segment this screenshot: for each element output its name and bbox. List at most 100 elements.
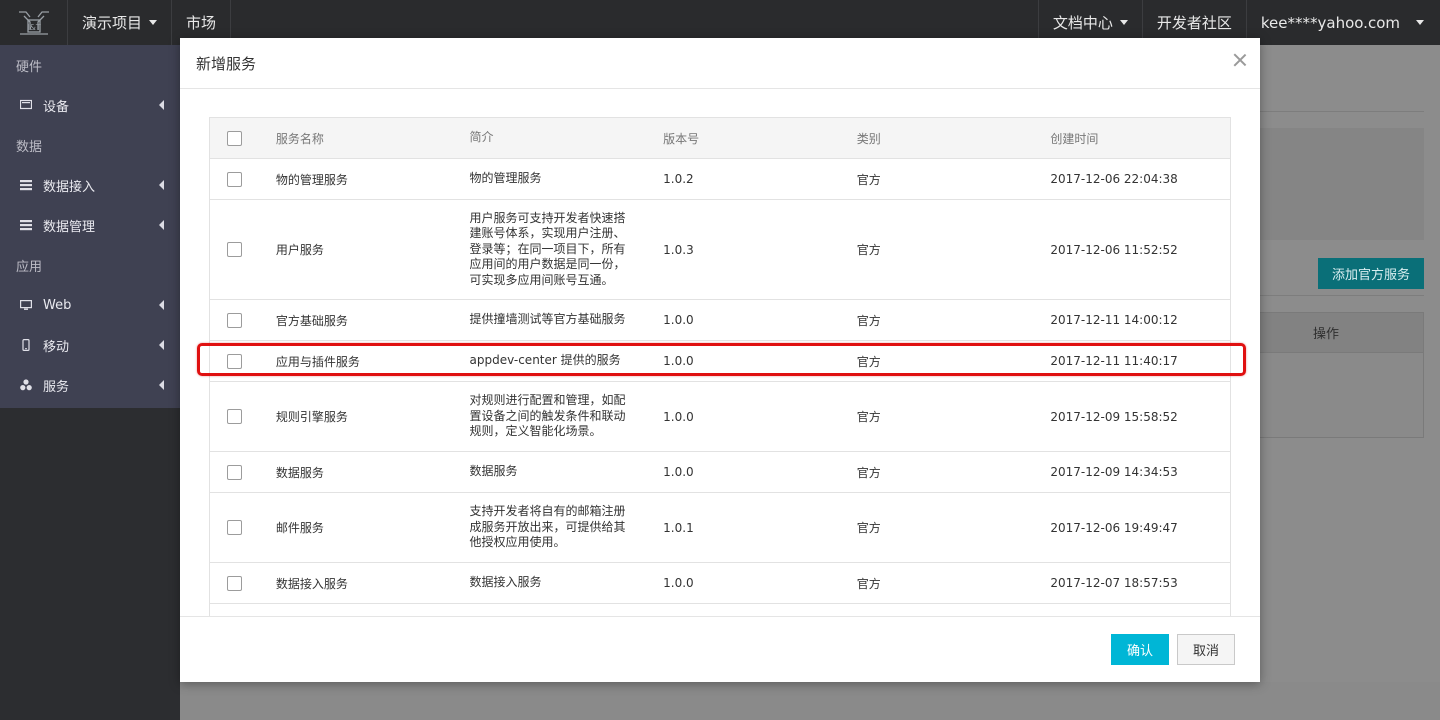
column-header-category: 类别 xyxy=(856,131,881,146)
sidebar-item-label: 数据接入 xyxy=(43,179,96,195)
modal-body: 服务名称 简介 版本号 类别 创建时间 物的管理服务 物的管理服务 1.0.2 … xyxy=(180,90,1260,616)
column-header-name: 服务名称 xyxy=(275,131,324,146)
service-category: 官方 xyxy=(856,243,881,257)
service-version: 1.0.3 xyxy=(663,242,694,257)
row-checkbox[interactable] xyxy=(227,353,242,369)
market-label: 市场 xyxy=(186,14,217,32)
service-desc: 提供撞墙测试等官方基础服务 xyxy=(469,312,626,327)
chevron-left-icon xyxy=(159,300,164,310)
chevron-left-icon xyxy=(159,340,164,350)
table-row[interactable]: 规则引擎服务 对规则进行配置和管理，如配置设备之间的触发条件和联动规则，定义智能… xyxy=(210,382,1230,452)
row-checkbox[interactable] xyxy=(227,575,242,591)
add-service-modal: 新增服务 服务名称 简介 版本号 类别 创建时间 物的管理服务 物的管理服务 1… xyxy=(180,38,1260,682)
chevron-down-icon xyxy=(1119,20,1128,25)
user-dropdown[interactable]: kee****yahoo.com xyxy=(1247,0,1440,45)
desktop-icon xyxy=(20,299,32,311)
service-name: 官方基础服务 xyxy=(275,313,348,328)
row-checkbox[interactable] xyxy=(227,409,242,424)
sidebar-group-apps: 应用 xyxy=(16,259,43,275)
service-category: 官方 xyxy=(856,576,881,591)
column-header-created: 创建时间 xyxy=(1050,131,1099,146)
cancel-button[interactable]: 取消 xyxy=(1177,634,1235,665)
docs-label: 文档中心 xyxy=(1052,14,1113,32)
service-name: 数据接入服务 xyxy=(275,576,348,591)
service-table: 服务名称 简介 版本号 类别 创建时间 物的管理服务 物的管理服务 1.0.2 … xyxy=(209,117,1231,616)
chevron-left-icon xyxy=(159,180,164,190)
service-created: 2017-12-06 19:49:47 xyxy=(1050,520,1178,535)
modal-title: 新增服务 xyxy=(196,54,257,73)
service-name: 用户服务 xyxy=(275,243,324,257)
mobile-icon xyxy=(20,339,32,351)
table-row-partial xyxy=(210,604,1230,616)
table-row[interactable]: 邮件服务 支持开发者将自有的邮箱注册成服务开放出来，可提供给其他授权应用使用。 … xyxy=(210,493,1230,563)
project-dropdown[interactable]: 演示项目 xyxy=(68,0,173,45)
service-name: 应用与插件服务 xyxy=(275,354,360,369)
chevron-left-icon xyxy=(159,100,164,110)
table-row-highlighted[interactable]: 应用与插件服务 appdev-center 提供的服务 1.0.0 官方 201… xyxy=(210,341,1230,382)
chevron-left-icon xyxy=(159,380,164,390)
service-category: 官方 xyxy=(856,465,881,480)
service-created: 2017-12-11 14:00:12 xyxy=(1050,313,1178,327)
background-page: 添加官方服务 操作 xyxy=(1260,45,1440,720)
table-row[interactable]: 数据接入服务 数据接入服务 1.0.0 官方 2017-12-07 18:57:… xyxy=(210,563,1230,604)
sidebar-item-devices[interactable]: 设备 xyxy=(0,85,180,125)
service-created: 2017-12-06 22:04:38 xyxy=(1050,172,1178,186)
chevron-left-icon xyxy=(159,220,164,230)
service-desc: 对规则进行配置和管理，如配置设备之间的触发条件和联动规则，定义智能化场景。 xyxy=(469,393,626,439)
column-header-version: 版本号 xyxy=(663,131,700,146)
service-desc: 物的管理服务 xyxy=(469,171,542,186)
select-all-checkbox[interactable] xyxy=(227,130,242,146)
service-version: 1.0.0 xyxy=(663,313,694,327)
service-desc: 用户服务可支持开发者快速搭建账号体系，实现用户注册、登录等；在同一项目下，所有应… xyxy=(469,210,626,287)
app-logo[interactable]: I&T xyxy=(0,0,68,45)
dev-community-label: 开发者社区 xyxy=(1156,14,1232,32)
table-row[interactable]: 官方基础服务 提供撞墙测试等官方基础服务 1.0.0 官方 2017-12-11… xyxy=(210,300,1230,341)
service-created: 2017-12-09 15:58:52 xyxy=(1050,409,1178,424)
service-created: 2017-12-09 14:34:53 xyxy=(1050,465,1178,479)
sidebar-item-data-access[interactable]: 数据接入 xyxy=(0,165,180,205)
divider xyxy=(1260,295,1424,296)
service-created: 2017-12-11 11:40:17 xyxy=(1050,354,1178,368)
row-checkbox[interactable] xyxy=(227,520,242,535)
service-name: 邮件服务 xyxy=(275,521,324,535)
row-checkbox[interactable] xyxy=(227,242,242,257)
table-row[interactable]: 数据服务 数据服务 1.0.0 官方 2017-12-09 14:34:53 xyxy=(210,452,1230,493)
table-header-row: 服务名称 简介 版本号 类别 创建时间 xyxy=(210,118,1230,159)
sidebar-item-mobile[interactable]: 移动 xyxy=(0,325,180,365)
list-icon xyxy=(20,179,32,191)
page-bottom xyxy=(180,682,1440,720)
service-desc: 数据服务 xyxy=(469,464,518,479)
service-desc: 支持开发者将自有的邮箱注册成服务开放出来，可提供给其他授权应用使用。 xyxy=(469,504,626,550)
table-row[interactable]: 用户服务 用户服务可支持开发者快速搭建账号体系，实现用户注册、登录等；在同一项目… xyxy=(210,200,1230,300)
row-checkbox[interactable] xyxy=(227,464,242,480)
service-category: 官方 xyxy=(856,354,881,369)
service-created: 2017-12-06 11:52:52 xyxy=(1050,242,1178,257)
row-checkbox[interactable] xyxy=(227,171,242,187)
service-category: 官方 xyxy=(856,521,881,535)
service-version: 1.0.0 xyxy=(663,576,694,590)
service-created: 2017-12-07 18:57:53 xyxy=(1050,576,1178,590)
service-name: 规则引擎服务 xyxy=(275,410,348,424)
service-version: 1.0.0 xyxy=(663,465,694,479)
sidebar-item-label: 服务 xyxy=(43,379,70,395)
svg-text:I&T: I&T xyxy=(27,23,41,32)
confirm-button[interactable]: 确认 xyxy=(1111,634,1169,665)
sidebar-item-services[interactable]: 服务 xyxy=(0,365,180,405)
sidebar: 硬件 设备 数据 数据接入 数据管理 应用 Web 移动 服务 xyxy=(0,45,180,720)
service-desc: 数据接入服务 xyxy=(469,575,542,590)
sidebar-item-web[interactable]: Web xyxy=(0,285,180,325)
sidebar-item-data-management[interactable]: 数据管理 xyxy=(0,205,180,245)
sidebar-item-label: 移动 xyxy=(43,339,70,355)
sidebar-group-data: 数据 xyxy=(16,139,43,155)
sidebar-item-label: 设备 xyxy=(43,99,70,115)
row-checkbox[interactable] xyxy=(227,312,242,328)
service-name: 数据服务 xyxy=(275,465,324,480)
sidebar-menu: 硬件 设备 数据 数据接入 数据管理 应用 Web 移动 服务 xyxy=(0,45,180,408)
add-official-service-button[interactable]: 添加官方服务 xyxy=(1318,258,1424,289)
logo-icon: I&T xyxy=(18,10,49,35)
chevron-down-icon xyxy=(149,20,158,25)
service-category: 官方 xyxy=(856,172,881,187)
table-row[interactable]: 物的管理服务 物的管理服务 1.0.2 官方 2017-12-06 22:04:… xyxy=(210,159,1230,200)
modal-footer: 确认 取消 xyxy=(180,616,1260,682)
close-icon[interactable] xyxy=(1232,52,1248,68)
